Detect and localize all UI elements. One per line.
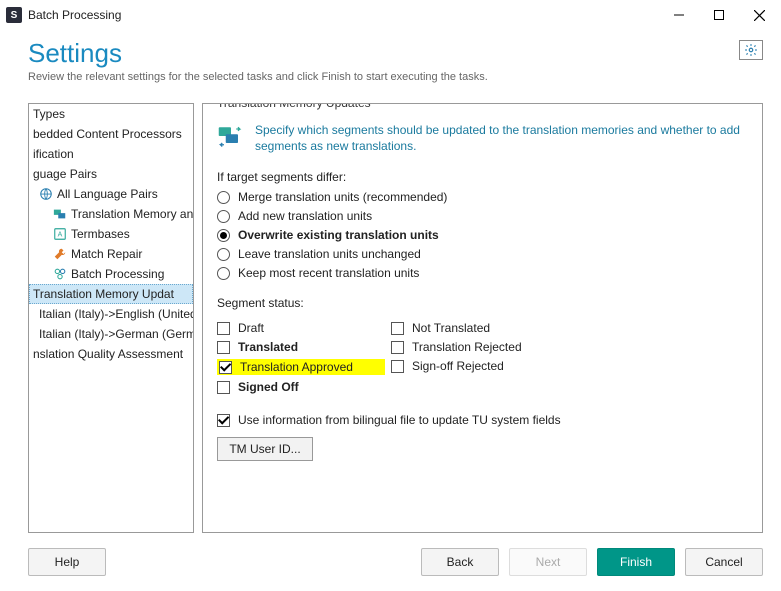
minimize-icon <box>674 10 684 20</box>
tree-item[interactable]: bedded Content Processors <box>29 124 193 144</box>
batch-icon <box>53 267 67 281</box>
status-label: Signed Off <box>238 380 299 394</box>
tree-item[interactable]: guage Pairs <box>29 164 193 184</box>
status-checkbox[interactable] <box>217 322 230 335</box>
tree-item[interactable]: Translation Memory and Au <box>29 204 193 224</box>
tree-item[interactable]: All Language Pairs <box>29 184 193 204</box>
tm-icon <box>53 207 67 221</box>
cancel-button[interactable]: Cancel <box>685 548 763 576</box>
settings-tree[interactable]: Types bedded Content Processors ification g… <box>28 103 194 533</box>
minimize-button[interactable] <box>659 1 699 29</box>
tree-item[interactable]: Translation Memory Updat <box>29 284 193 304</box>
status-label: Segment status: <box>217 296 748 310</box>
settings-gear-button[interactable] <box>739 40 763 60</box>
settings-panel: Translation Memory Updates Specify which… <box>202 103 763 533</box>
tree-item-label: Translation Memory and Au <box>71 207 193 221</box>
tree-item[interactable]: nslation Quality Assessment <box>29 344 193 364</box>
differ-radio[interactable] <box>217 229 230 242</box>
tree-item[interactable]: Italian (Italy)->German (Germa <box>29 324 193 344</box>
gear-icon <box>744 43 758 57</box>
maximize-button[interactable] <box>699 1 739 29</box>
status-label: Translation Rejected <box>412 340 522 354</box>
radio-label: Keep most recent translation units <box>238 266 419 280</box>
globe-icon <box>39 187 53 201</box>
app-icon: S <box>6 7 22 23</box>
differ-radio[interactable] <box>217 210 230 223</box>
tree-item-label: All Language Pairs <box>57 187 158 201</box>
tree-item-label: nslation Quality Assessment <box>33 347 183 361</box>
close-icon <box>754 10 765 21</box>
radio-label: Overwrite existing translation units <box>238 228 439 242</box>
page-title: Settings <box>28 38 753 69</box>
differ-radio[interactable] <box>217 191 230 204</box>
svg-text:A: A <box>58 232 63 239</box>
panel-intro-text: Specify which segments should be updated… <box>255 122 748 154</box>
status-label: Sign-off Rejected <box>412 359 504 373</box>
tree-item-label: Types <box>33 107 65 121</box>
tree-item-label: Match Repair <box>71 247 142 261</box>
radio-label: Leave translation units unchanged <box>238 247 421 261</box>
tree-item-label: Termbases <box>71 227 130 241</box>
differ-radio[interactable] <box>217 248 230 261</box>
footer: Help Back Next Finish Cancel <box>0 533 781 591</box>
wrench-icon <box>53 247 67 261</box>
tree-item-label: ification <box>33 147 74 161</box>
panel-legend: Translation Memory Updates <box>213 103 375 110</box>
finish-button[interactable]: Finish <box>597 548 675 576</box>
next-button: Next <box>509 548 587 576</box>
status-checkbox[interactable] <box>217 341 230 354</box>
help-button[interactable]: Help <box>28 548 106 576</box>
tree-item-label: Translation Memory Updat <box>33 287 174 301</box>
tree-item-label: Batch Processing <box>71 267 164 281</box>
status-checkbox[interactable] <box>217 381 230 394</box>
status-label: Translation Approved <box>240 360 353 374</box>
tree-item[interactable]: Italian (Italy)->English (United <box>29 304 193 324</box>
maximize-icon <box>714 10 724 20</box>
use-info-checkbox[interactable] <box>217 414 230 427</box>
tm-update-icon <box>217 122 245 150</box>
use-info-label: Use information from bilingual file to u… <box>238 413 561 427</box>
differ-radio[interactable] <box>217 267 230 280</box>
tree-item[interactable]: Match Repair <box>29 244 193 264</box>
tree-item[interactable]: A Termbases <box>29 224 193 244</box>
page-subtitle: Review the relevant settings for the sel… <box>28 71 753 83</box>
close-button[interactable] <box>739 1 779 29</box>
tree-item[interactable]: Types <box>29 104 193 124</box>
tree-item-label: guage Pairs <box>33 167 97 181</box>
status-checkbox[interactable] <box>391 322 404 335</box>
tree-item-label: bedded Content Processors <box>33 127 182 141</box>
differ-label: If target segments differ: <box>217 170 748 184</box>
status-checkbox[interactable] <box>391 360 404 373</box>
status-label: Translated <box>238 340 298 354</box>
header: Settings Review the relevant settings fo… <box>0 30 781 93</box>
termbase-icon: A <box>53 227 67 241</box>
status-checkbox[interactable] <box>391 341 404 354</box>
window-title: Batch Processing <box>28 8 121 22</box>
status-checkbox[interactable] <box>219 361 232 374</box>
status-label: Not Translated <box>412 321 490 335</box>
back-button[interactable]: Back <box>421 548 499 576</box>
radio-label: Merge translation units (recommended) <box>238 190 447 204</box>
tree-item-label: Italian (Italy)->English (United <box>39 307 193 321</box>
radio-label: Add new translation units <box>238 209 372 223</box>
status-label: Draft <box>238 321 264 335</box>
titlebar: S Batch Processing <box>0 0 781 30</box>
tree-item[interactable]: Batch Processing <box>29 264 193 284</box>
tree-item[interactable]: ification <box>29 144 193 164</box>
tree-item-label: Italian (Italy)->German (Germa <box>39 327 193 341</box>
tm-user-id-button[interactable]: TM User ID... <box>217 437 313 461</box>
